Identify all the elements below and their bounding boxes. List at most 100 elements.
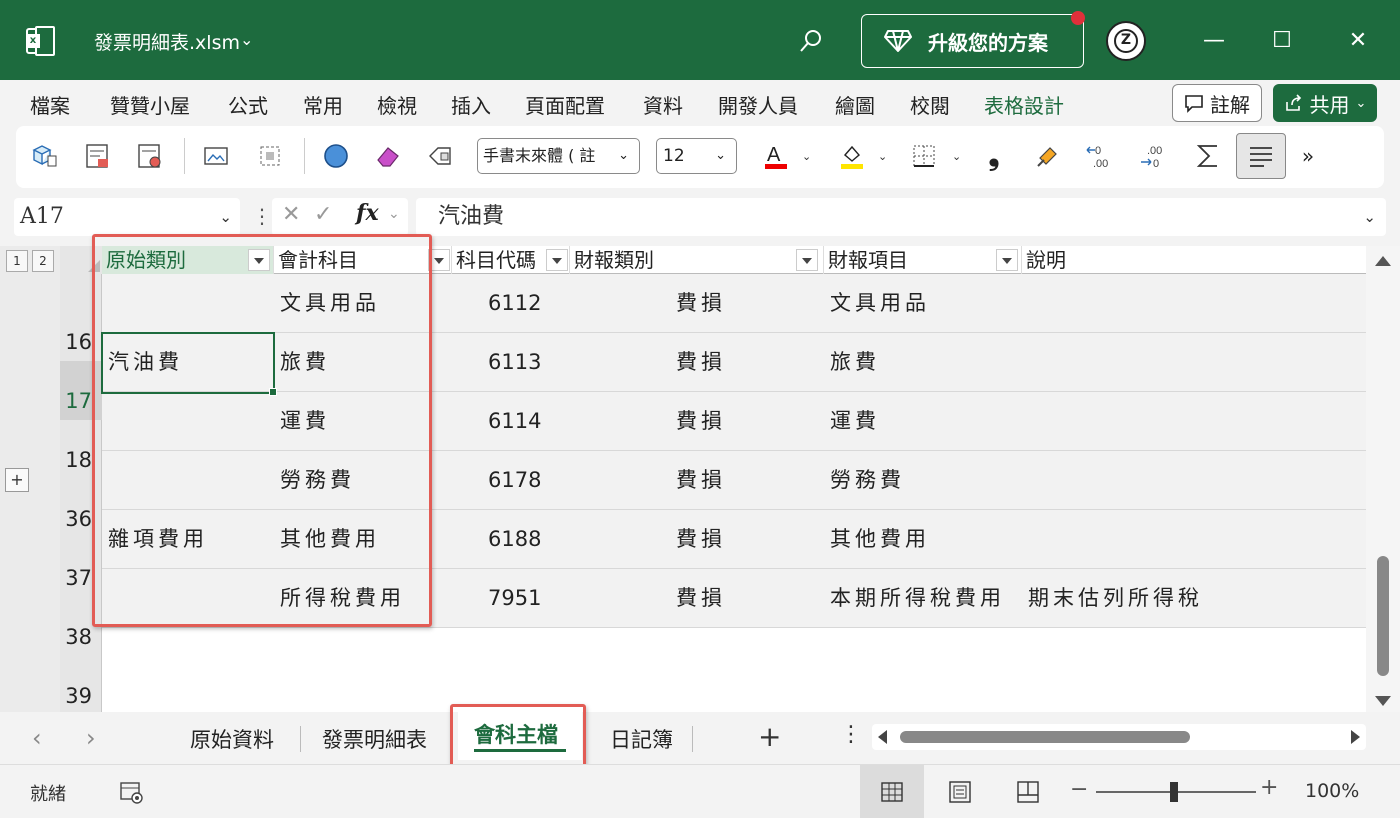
row-header-39[interactable]: 39 <box>60 656 102 715</box>
chevron-down-icon[interactable]: ⌄ <box>388 206 400 222</box>
cell-item[interactable]: 其他費用 <box>824 510 930 569</box>
select-objects-icon[interactable] <box>254 140 286 172</box>
form-icon[interactable] <box>82 140 114 172</box>
cell-item[interactable]: 運費 <box>824 392 880 451</box>
filter-dropdown-icon[interactable] <box>546 249 568 271</box>
more-options-icon[interactable]: ⋮ <box>252 204 272 228</box>
document-title[interactable]: 發票明細表.xlsm <box>94 28 240 55</box>
enter-icon[interactable]: ✓ <box>314 202 332 227</box>
cell-item[interactable]: 文具用品 <box>824 274 930 333</box>
cell-code[interactable]: 6112 <box>482 274 541 333</box>
next-sheet-icon[interactable]: › <box>86 724 96 752</box>
cell-code[interactable]: 6113 <box>482 333 541 392</box>
cell-description[interactable] <box>1022 333 1028 392</box>
scroll-down-icon[interactable] <box>1375 696 1391 706</box>
font-name-select[interactable]: 手書末來體 ( 註 ⌄ <box>477 138 640 174</box>
tab-file[interactable]: 檔案 <box>30 90 70 119</box>
more-commands-icon[interactable]: » <box>1292 140 1324 172</box>
zoom-in-button[interactable]: + <box>1260 775 1278 800</box>
zoom-out-button[interactable]: − <box>1070 777 1088 802</box>
prev-sheet-icon[interactable]: ‹ <box>32 724 42 752</box>
insert-function-button[interactable]: fx <box>356 200 379 226</box>
header-report-category[interactable]: 財報類別 <box>570 246 824 274</box>
filter-dropdown-icon[interactable] <box>996 249 1018 271</box>
add-sheet-button[interactable]: + <box>758 720 781 753</box>
tab-formulas[interactable]: 公式 <box>228 90 268 119</box>
vertical-scrollbar[interactable] <box>1366 246 1400 712</box>
clear-format-icon[interactable] <box>424 140 456 172</box>
outline-level-1-button[interactable]: 1 <box>6 250 28 272</box>
format-painter-icon[interactable] <box>1032 140 1064 172</box>
horizontal-scrollbar[interactable] <box>872 724 1366 750</box>
page-layout-view-button[interactable] <box>928 765 992 818</box>
cell-category[interactable]: 費損 <box>670 392 726 451</box>
tab-page-layout[interactable]: 頁面配置 <box>525 90 605 119</box>
chevron-down-icon[interactable]: ⌄ <box>878 150 887 163</box>
cell-description[interactable]: 期末估列所得稅 <box>1022 569 1203 628</box>
cell-item[interactable]: 本期所得稅費用 <box>824 569 1005 628</box>
formula-input[interactable]: 汽油費 ⌄ <box>416 198 1386 236</box>
cell-code[interactable]: 7951 <box>482 569 541 628</box>
cancel-icon[interactable]: ✕ <box>282 202 300 227</box>
cell-code[interactable]: 6178 <box>482 451 541 510</box>
cell-code[interactable]: 6114 <box>482 392 541 451</box>
cell-item[interactable]: 旅費 <box>824 333 880 392</box>
tab-draw[interactable]: 繪圖 <box>835 90 875 119</box>
more-sheets-icon[interactable]: ⋮ <box>840 722 862 747</box>
scroll-left-icon[interactable] <box>878 730 887 744</box>
zoom-slider-thumb[interactable] <box>1170 782 1178 802</box>
fill-color-icon[interactable] <box>836 140 868 172</box>
avatar[interactable]: Z <box>1106 21 1146 61</box>
tab-developer[interactable]: 開發人員 <box>718 90 798 119</box>
cell-category[interactable]: 費損 <box>670 333 726 392</box>
comments-button[interactable]: 註解 <box>1172 84 1262 122</box>
sheet-tab-invoice-detail[interactable]: 發票明細表 <box>322 724 427 754</box>
tab-review[interactable]: 校閱 <box>910 90 950 119</box>
cell-description[interactable] <box>1022 451 1028 510</box>
tab-view[interactable]: 檢視 <box>377 90 417 119</box>
outline-level-2-button[interactable]: 2 <box>32 250 54 272</box>
comma-style-icon[interactable]: ❟ <box>978 139 1010 172</box>
chevron-down-icon[interactable]: ⌄ <box>1363 198 1376 236</box>
font-size-select[interactable]: 12 ⌄ <box>656 138 737 174</box>
chevron-down-icon[interactable]: ⌄ <box>240 30 253 49</box>
header-report-item[interactable]: 財報項目 <box>824 246 1022 274</box>
font-color-icon[interactable]: A <box>760 140 792 172</box>
page-break-view-button[interactable] <box>996 765 1060 818</box>
autosum-icon[interactable] <box>1192 140 1224 172</box>
scroll-thumb[interactable] <box>1377 556 1389 676</box>
align-left-icon[interactable] <box>1236 133 1286 179</box>
cell-description[interactable] <box>1022 392 1028 451</box>
filter-dropdown-icon[interactable] <box>796 249 818 271</box>
cell-description[interactable] <box>1022 274 1028 333</box>
cell-code[interactable]: 6188 <box>482 510 541 569</box>
decrease-decimal-icon[interactable]: .00 0 <box>1138 140 1170 172</box>
cell-description[interactable] <box>1022 510 1028 569</box>
sheet-tab-journal[interactable]: 日記簿 <box>610 724 673 754</box>
tab-zanzan[interactable]: 贊贊小屋 <box>110 90 190 119</box>
minimize-button[interactable]: — <box>1194 24 1234 58</box>
header-description[interactable]: 說明 <box>1022 246 1366 274</box>
normal-view-button[interactable] <box>860 765 924 818</box>
zoom-level[interactable]: 100% <box>1305 780 1359 802</box>
cell-category[interactable]: 費損 <box>670 451 726 510</box>
tab-data[interactable]: 資料 <box>643 90 683 119</box>
close-button[interactable]: ✕ <box>1338 24 1378 58</box>
increase-decimal-icon[interactable]: 0.00 <box>1084 140 1116 172</box>
scroll-up-icon[interactable] <box>1375 256 1391 266</box>
tab-table-design[interactable]: 表格設計 <box>984 90 1064 119</box>
scroll-thumb[interactable] <box>900 731 1190 743</box>
tab-home[interactable]: 常用 <box>303 90 343 119</box>
accessibility-check-icon[interactable] <box>118 779 144 805</box>
record-macro-icon[interactable] <box>134 140 166 172</box>
borders-icon[interactable] <box>908 140 940 172</box>
chevron-down-icon[interactable]: ⌄ <box>952 150 961 163</box>
search-icon[interactable] <box>798 28 824 54</box>
screenshot-icon[interactable] <box>200 140 232 172</box>
tab-insert[interactable]: 插入 <box>451 90 491 119</box>
circle-shape-icon[interactable] <box>320 140 352 172</box>
table-cube-icon[interactable] <box>28 140 60 172</box>
chevron-down-icon[interactable]: ⌄ <box>802 150 811 163</box>
upgrade-plan-button[interactable]: 升級您的方案 <box>861 11 1085 68</box>
cell-item[interactable]: 勞務費 <box>824 451 905 510</box>
